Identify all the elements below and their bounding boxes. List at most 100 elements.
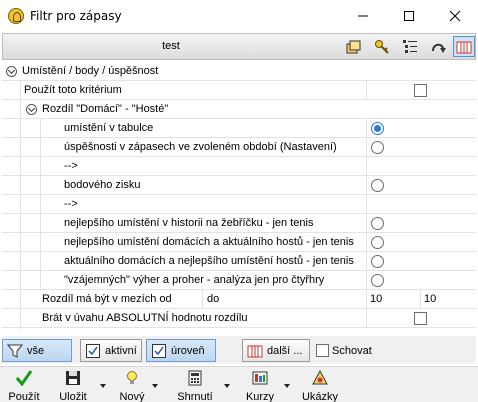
odds-button[interactable]: Kurzy (240, 369, 280, 402)
calculator-icon (172, 369, 218, 387)
option-row[interactable]: nejlepšího umístění v historii na žebříč… (2, 214, 476, 233)
minimize-button[interactable] (340, 0, 386, 32)
option-label: úspěšnosti v zápasech ve zvoleném období… (64, 141, 337, 153)
level-button[interactable]: úroveň (146, 339, 216, 362)
summary-dropdown-arrow[interactable] (224, 384, 230, 388)
use-criterion-label: Použít toto kritérium (24, 84, 122, 96)
curved-arrow-icon (432, 43, 446, 53)
option-row[interactable]: úspěšnosti v zápasech ve zvoleném období… (2, 138, 476, 157)
use-criterion-checkbox[interactable] (414, 84, 427, 97)
save-dropdown-arrow[interactable] (100, 384, 106, 388)
option-row: --> (2, 195, 476, 214)
floppy-disk-icon (54, 369, 92, 387)
list-tree-button[interactable] (399, 36, 421, 57)
option-row[interactable]: umístění v tabulce (2, 119, 476, 138)
option-label: "vzájemných" výher a proher - analýza je… (64, 274, 325, 286)
tree-guide-line (40, 119, 41, 290)
summary-label: Shrnutí (177, 391, 213, 402)
use-criterion-row[interactable]: Použít toto kritérium (2, 81, 476, 100)
columns-button[interactable] (453, 36, 475, 57)
active-label: aktivní (105, 344, 137, 357)
range-to-value[interactable]: 10 (424, 293, 436, 305)
save-label: Uložit (59, 391, 87, 402)
apply-label: Použít (8, 391, 40, 402)
option-radio[interactable] (371, 141, 384, 154)
option-label: aktuálního domácích a nejlepšího umístěn… (64, 255, 354, 267)
maximize-icon (404, 11, 414, 21)
option-row[interactable]: bodového zisku (2, 176, 476, 195)
option-label: umístění v tabulce (64, 122, 154, 134)
window-title: Filtr pro zápasy (30, 9, 122, 23)
level-label: úroveň (171, 344, 205, 357)
hide-label: Schovat (332, 345, 372, 357)
filter-button-bar: vše aktivní úroveň další ... Schovat (2, 336, 476, 364)
option-label: bodového zisku (64, 179, 141, 191)
checkbox-icon (84, 342, 102, 360)
range-label: Rozdíl má být v mezích od (42, 293, 172, 305)
collapse-icon[interactable] (6, 66, 17, 77)
collapse-icon[interactable] (26, 104, 37, 115)
key-icon (375, 39, 389, 54)
range-row: Rozdíl má být v mezích od do 10 10 (2, 290, 476, 309)
active-button[interactable]: aktivní (80, 339, 142, 362)
range-to-cell (202, 290, 366, 308)
folders-icon (346, 40, 361, 53)
lightbulb-icon (114, 369, 150, 387)
option-radio[interactable] (371, 274, 384, 287)
close-button[interactable] (432, 0, 478, 32)
minimize-icon (358, 15, 368, 17)
option-radio[interactable] (371, 236, 384, 249)
redo-button[interactable] (427, 36, 449, 57)
range-to-label: do (207, 293, 220, 305)
summary-button[interactable]: Shrnutí (172, 369, 218, 402)
examples-label: Ukázky (301, 391, 339, 402)
checkbox-icon (150, 342, 168, 360)
criteria-tree: Umístění / body / úspěšnost Použít toto … (2, 62, 476, 334)
hide-checkbox[interactable] (316, 344, 329, 357)
checkmark-icon (6, 369, 42, 387)
odds-label: Kurzy (245, 391, 275, 402)
new-dropdown-arrow[interactable] (152, 384, 158, 388)
option-label: --> (64, 198, 78, 210)
more-button[interactable]: další ... (242, 339, 310, 362)
show-all-button[interactable]: vše (2, 339, 72, 362)
group-label: Umístění / body / úspěšnost (22, 65, 159, 77)
filter-header-bar: test (2, 33, 476, 60)
odds-chart-icon (240, 369, 280, 387)
action-toolbar: Použít Uložit Nový Shrnutí Kurzy Ukázky (0, 366, 478, 402)
option-radio[interactable] (371, 179, 384, 192)
option-row[interactable]: "vzájemných" výher a proher - analýza je… (2, 271, 476, 290)
more-label: další ... (267, 344, 303, 357)
option-label: --> (64, 160, 78, 172)
show-all-label: vše (27, 344, 45, 357)
save-button[interactable]: Uložit (54, 369, 92, 402)
examples-button[interactable]: Ukázky (296, 369, 344, 402)
maximize-button[interactable] (386, 0, 432, 32)
new-button[interactable]: Nový (114, 369, 150, 402)
option-label: nejlepšího umístění domácích a aktuálníh… (64, 236, 354, 248)
option-radio[interactable] (371, 122, 384, 135)
absolute-row[interactable]: Brát v úvahu ABSOLUTNÍ hodnotu rozdílu (2, 309, 476, 328)
option-radio[interactable] (371, 255, 384, 268)
range-from-value[interactable]: 10 (370, 293, 382, 305)
new-label: Nový (119, 391, 145, 402)
folders-button[interactable] (343, 36, 365, 57)
option-row[interactable]: nejlepšího umístění domácích a aktuálníh… (2, 233, 476, 252)
odds-dropdown-arrow[interactable] (284, 384, 290, 388)
title-bar: Filtr pro zápasy (0, 0, 478, 32)
funnel-icon (6, 342, 24, 360)
apply-button[interactable]: Použít (6, 369, 42, 402)
columns-icon (246, 342, 264, 360)
list-tree-icon (403, 39, 417, 53)
tree-guide-line (20, 81, 21, 329)
option-radio[interactable] (371, 217, 384, 230)
absolute-checkbox[interactable] (414, 312, 427, 325)
shapes-icon (296, 369, 344, 387)
app-icon (8, 8, 24, 24)
group-row[interactable]: Umístění / body / úspěšnost (2, 62, 476, 81)
key-button[interactable] (371, 36, 393, 57)
absolute-label: Brát v úvahu ABSOLUTNÍ hodnotu rozdílu (42, 312, 248, 324)
option-row[interactable]: aktuálního domácích a nejlepšího umístěn… (2, 252, 476, 271)
subgroup-row[interactable]: Rozdíl "Domácí" - "Hosté" (2, 100, 476, 119)
close-icon (449, 10, 461, 22)
